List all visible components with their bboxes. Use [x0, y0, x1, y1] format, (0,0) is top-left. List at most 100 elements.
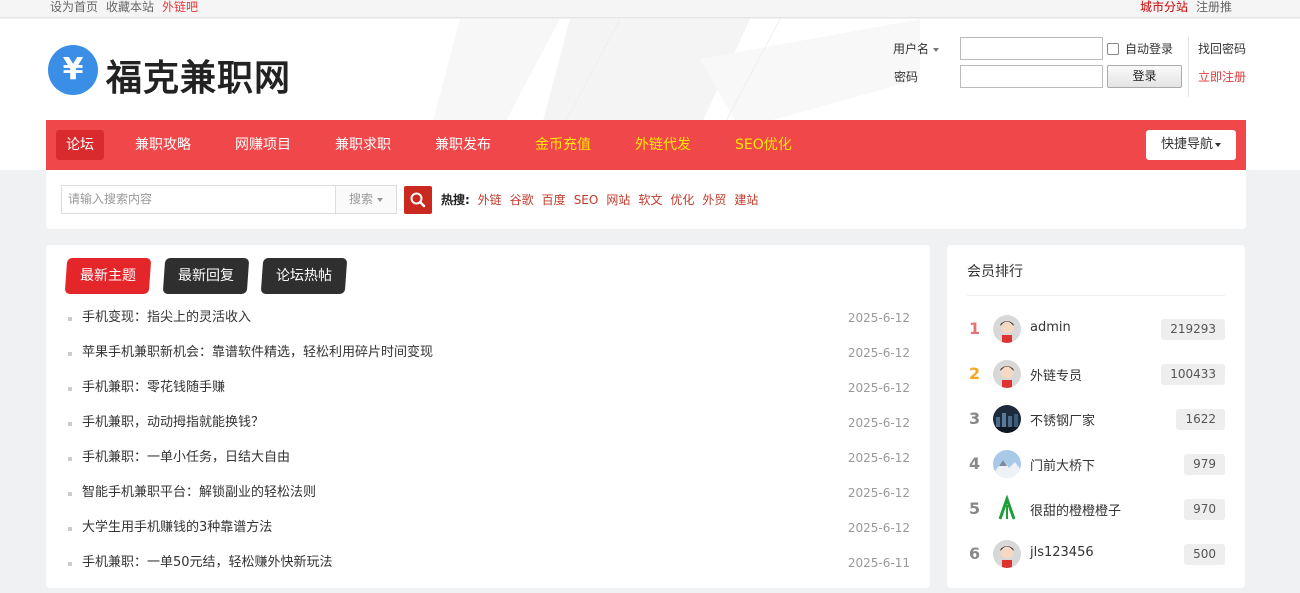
hot-keyword[interactable]: 外链	[478, 193, 502, 207]
rank-number: 3	[969, 409, 981, 428]
thread-date: 2025-6-12	[847, 451, 910, 465]
rank-number: 2	[969, 364, 981, 383]
nav-item-online-earning[interactable]: 网赚项目	[235, 130, 291, 160]
thread-title[interactable]: 手机变现：指尖上的灵活收入	[82, 306, 251, 330]
avatar[interactable]	[993, 405, 1021, 433]
nav-item-job-seeking[interactable]: 兼职求职	[335, 130, 391, 160]
hot-keyword[interactable]: 优化	[670, 193, 694, 207]
thread-list: 手机变现：指尖上的灵活收入 2025-6-12 苹果手机兼职新机会：靠谱软件精选，…	[46, 306, 930, 586]
quick-nav-button[interactable]: 快捷导航	[1146, 130, 1236, 160]
set-homepage-link[interactable]: 设为首页	[50, 0, 98, 14]
tab-latest-topics-label: 最新主题	[80, 268, 136, 284]
rank-number: 5	[969, 499, 981, 518]
thread-title[interactable]: 苹果手机兼职新机会：靠谱软件精选，轻松利用碎片时间变现	[82, 341, 433, 365]
tab-latest-topics[interactable]: 最新主题	[64, 258, 152, 294]
avatar[interactable]	[993, 540, 1021, 568]
nav-item-job-posting[interactable]: 兼职发布	[435, 130, 491, 160]
username-type-select[interactable]: 用户名	[893, 40, 940, 57]
hot-keyword[interactable]: 百度	[542, 193, 566, 207]
avatar[interactable]	[993, 360, 1021, 388]
hot-keyword[interactable]: 软文	[638, 193, 662, 207]
thread-title[interactable]: 大学生用手机赚钱的3种靠谱方法	[82, 516, 272, 540]
hot-keyword[interactable]: 建站	[734, 193, 758, 207]
top-bar: 设为首页 收藏本站 外链吧 城市分站 注册推	[0, 0, 1300, 18]
member-name[interactable]: 很甜的橙橙橙子	[1030, 500, 1121, 519]
tab-latest-replies[interactable]: 最新回复	[162, 258, 250, 294]
thread-title[interactable]: 手机兼职，动动拇指就能换钱？	[82, 411, 264, 435]
search-type-select[interactable]: 搜索	[335, 185, 397, 214]
auto-login-label[interactable]: 自动登录	[1125, 40, 1173, 57]
thread-date: 2025-6-12	[847, 416, 910, 430]
avatar[interactable]	[993, 315, 1021, 343]
thread-date: 2025-6-12	[847, 486, 910, 500]
logo-yuan-icon[interactable]: ¥	[48, 45, 98, 95]
bullet-icon	[68, 317, 72, 321]
login-divider	[1188, 37, 1189, 97]
ranking-row: 6 jls123456 500	[967, 538, 1225, 572]
forgot-password-link[interactable]: 找回密码	[1198, 40, 1246, 57]
top-bar-left: 设为首页 收藏本站 外链吧	[50, 0, 206, 15]
chevron-down-icon	[1215, 142, 1221, 147]
top-register-link[interactable]: 注册推	[1196, 0, 1232, 14]
member-name[interactable]: jls123456	[1030, 545, 1094, 560]
search-input[interactable]: 请输入搜索内容	[61, 185, 336, 214]
site-logo-text[interactable]: 福克兼职网	[106, 49, 291, 101]
member-score: 970	[1184, 499, 1225, 520]
ranking-row: 4 门前大桥下 979	[967, 448, 1225, 482]
member-name[interactable]: 不锈钢厂家	[1030, 410, 1095, 429]
username-label: 用户名	[893, 42, 930, 56]
hot-keyword[interactable]: 谷歌	[510, 193, 534, 207]
list-item: 手机变现：指尖上的灵活收入 2025-6-12	[46, 306, 930, 341]
login-form: 用户名 自动登录 找回密码 密码 登录 立即注册	[893, 37, 1253, 97]
default-avatar-icon	[993, 360, 1021, 388]
hot-keyword[interactable]: 外贸	[702, 193, 726, 207]
nav-item-backlink-service[interactable]: 外链代发	[635, 130, 691, 160]
bookmark-link[interactable]: 收藏本站	[106, 0, 154, 14]
nav-item-forum[interactable]: 论坛	[56, 130, 104, 160]
thread-title[interactable]: 手机兼职：零花钱随手赚	[82, 376, 225, 400]
member-name[interactable]: 门前大桥下	[1030, 455, 1095, 474]
external-link-link[interactable]: 外链吧	[162, 0, 198, 14]
thread-title[interactable]: 手机兼职：一单小任务，日结大自由	[82, 446, 290, 470]
list-item: 手机兼职：一单50元结，轻松赚外快新玩法 2025-6-11	[46, 551, 930, 586]
ranking-row: 5 很甜的橙橙橙子 970	[967, 493, 1225, 527]
password-input[interactable]	[960, 65, 1103, 88]
login-button[interactable]: 登录	[1107, 65, 1182, 88]
rank-number: 4	[969, 454, 981, 473]
thread-date: 2025-6-12	[847, 521, 910, 535]
default-avatar-icon	[993, 315, 1021, 343]
list-item: 苹果手机兼职新机会：靠谱软件精选，轻松利用碎片时间变现 2025-6-12	[46, 341, 930, 376]
ranking-title: 会员排行	[967, 264, 1023, 280]
search-icon	[410, 192, 426, 208]
password-label: 密码	[894, 70, 919, 84]
hot-keyword[interactable]: SEO	[574, 193, 599, 207]
thread-title[interactable]: 手机兼职：一单50元结，轻松赚外快新玩法	[82, 551, 333, 575]
chevron-down-icon	[933, 47, 940, 52]
city-sites-link[interactable]: 城市分站	[1140, 0, 1188, 14]
thread-date: 2025-6-12	[847, 346, 910, 360]
city-night-avatar-icon	[993, 405, 1021, 433]
ranking-row: 2 外链专员 100433	[967, 358, 1225, 392]
search-button[interactable]	[404, 186, 432, 214]
ranking-divider	[967, 295, 1225, 296]
register-link[interactable]: 立即注册	[1198, 68, 1246, 85]
top-bar-right: 城市分站 注册推	[1132, 0, 1232, 15]
auto-login-checkbox[interactable]	[1107, 43, 1119, 55]
list-item: 手机兼职：一单小任务，日结大自由 2025-6-12	[46, 446, 930, 481]
member-name[interactable]: 外链专员	[1030, 365, 1082, 384]
bullet-icon	[68, 352, 72, 356]
avatar[interactable]	[993, 450, 1021, 478]
list-item: 智能手机兼职平台：解锁副业的轻松法则 2025-6-12	[46, 481, 930, 516]
member-name[interactable]: admin	[1030, 320, 1071, 335]
tab-hot-threads[interactable]: 论坛热帖	[260, 258, 348, 294]
thread-title[interactable]: 智能手机兼职平台：解锁副业的轻松法则	[82, 481, 316, 505]
nav-item-guides[interactable]: 兼职攻略	[135, 130, 191, 160]
bullet-icon	[68, 492, 72, 496]
username-input[interactable]	[960, 37, 1103, 60]
member-score: 500	[1184, 544, 1225, 565]
nav-item-seo[interactable]: SEO优化	[735, 130, 792, 160]
nav-item-coin-recharge[interactable]: 金币充值	[535, 130, 591, 160]
bullet-icon	[68, 387, 72, 391]
avatar[interactable]	[993, 495, 1021, 523]
hot-keyword[interactable]: 网站	[606, 193, 630, 207]
